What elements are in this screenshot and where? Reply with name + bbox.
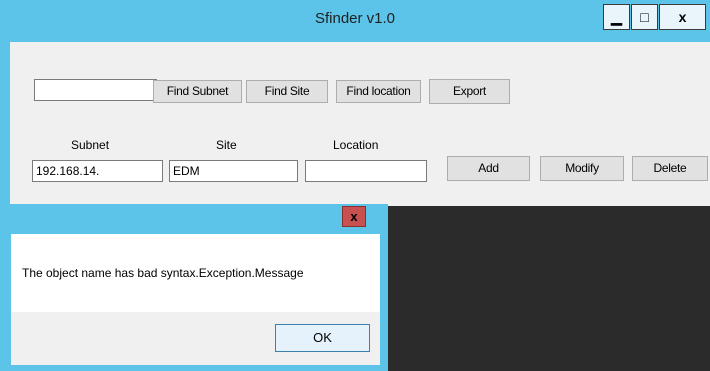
close-icon: x bbox=[350, 209, 358, 224]
location-field[interactable] bbox=[305, 160, 427, 182]
find-location-button[interactable]: Find location bbox=[336, 80, 421, 103]
main-window: Sfinder v1.0 ▁ □ x Find Subnet Find Site… bbox=[0, 0, 710, 206]
subnet-label: Subnet bbox=[71, 138, 110, 152]
maximize-icon: □ bbox=[640, 9, 649, 25]
error-dialog: x The object name has bad syntax.Excepti… bbox=[0, 204, 388, 371]
minimize-icon: ▁ bbox=[611, 9, 622, 25]
background-area bbox=[388, 206, 710, 371]
search-input[interactable] bbox=[34, 79, 157, 101]
dialog-message: The object name has bad syntax.Exception… bbox=[22, 266, 304, 280]
close-button[interactable]: x bbox=[659, 4, 706, 30]
close-icon: x bbox=[678, 9, 687, 25]
find-subnet-button[interactable]: Find Subnet bbox=[153, 80, 242, 103]
ok-button[interactable]: OK bbox=[275, 324, 370, 352]
find-site-button[interactable]: Find Site bbox=[246, 80, 328, 103]
minimize-button[interactable]: ▁ bbox=[603, 4, 630, 30]
site-field[interactable]: EDM bbox=[169, 160, 298, 182]
export-button[interactable]: Export bbox=[429, 79, 510, 104]
modify-button[interactable]: Modify bbox=[540, 156, 624, 181]
subnet-field[interactable]: 192.168.14. bbox=[32, 160, 163, 182]
main-client-area: Find Subnet Find Site Find location Expo… bbox=[10, 42, 710, 206]
location-label: Location bbox=[333, 138, 379, 152]
delete-button[interactable]: Delete bbox=[632, 156, 708, 181]
maximize-button[interactable]: □ bbox=[631, 4, 658, 30]
site-label: Site bbox=[216, 138, 237, 152]
dialog-close-button[interactable]: x bbox=[342, 206, 366, 227]
add-button[interactable]: Add bbox=[447, 156, 530, 181]
